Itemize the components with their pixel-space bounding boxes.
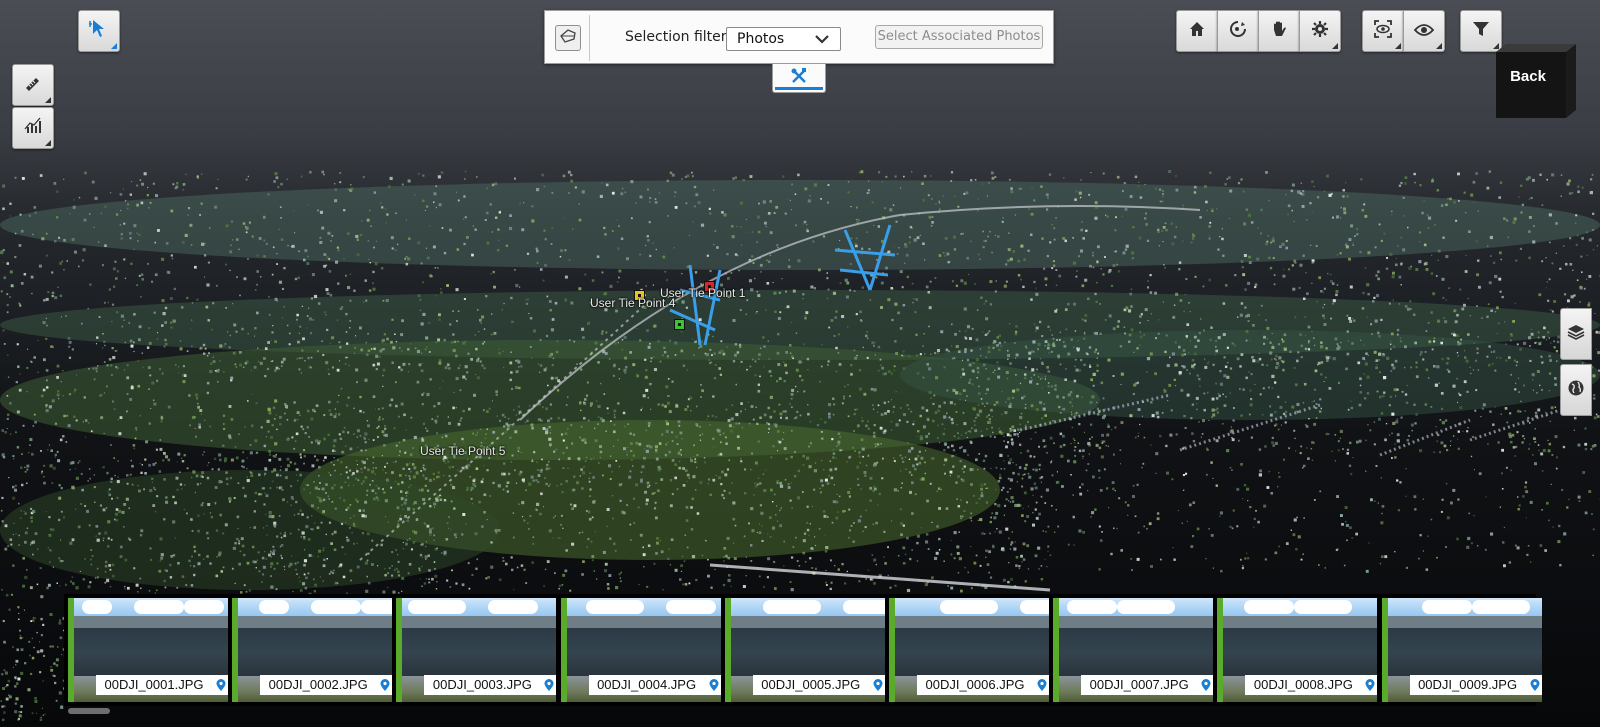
chevron-down-icon xyxy=(814,33,830,49)
photo-filename: 00DJI_0003.JPG xyxy=(424,675,541,695)
photo-filename: 00DJI_0007.JPG xyxy=(1081,675,1198,695)
geolocation-pin-icon xyxy=(704,675,721,695)
photo-filename: 00DJI_0002.JPG xyxy=(260,675,377,695)
settings-gear-icon xyxy=(1311,20,1329,42)
globe-icon xyxy=(1567,379,1585,401)
geolocation-pin-icon xyxy=(1361,675,1378,695)
photo-thumbnail[interactable]: 00DJI_0008.JPG xyxy=(1217,598,1378,702)
pan-hand-icon xyxy=(1269,19,1289,43)
selection-filter-label: Selection filter: xyxy=(625,29,732,45)
filter-shape-button[interactable] xyxy=(555,25,581,51)
view-mode-icon xyxy=(1373,19,1393,43)
panel-divider xyxy=(589,15,590,61)
photo-thumbnail[interactable]: 00DJI_0005.JPG xyxy=(724,598,885,702)
photo-filename: 00DJI_0008.JPG xyxy=(1245,675,1362,695)
geolocation-pin-icon xyxy=(376,675,393,695)
visibility-button[interactable] xyxy=(1403,10,1445,52)
ruler-icon xyxy=(23,73,43,97)
home-view-button[interactable] xyxy=(1176,10,1218,52)
navigation-toolbar xyxy=(1176,10,1341,52)
globe-button[interactable] xyxy=(1560,364,1592,416)
tools-panel-tab[interactable] xyxy=(772,64,826,93)
orbit-icon xyxy=(1228,19,1248,43)
view-mode-button[interactable] xyxy=(1362,10,1404,52)
tie-point-5-label: User Tie Point 5 xyxy=(420,444,506,458)
cursor-select-icon xyxy=(88,18,110,44)
visibility-eye-icon xyxy=(1413,22,1435,41)
photo-filename: 00DJI_0009.JPG xyxy=(1409,675,1526,695)
selection-filter-dropdown[interactable]: Photos xyxy=(726,27,841,51)
photo-thumbnail[interactable]: 00DJI_0004.JPG xyxy=(560,598,721,702)
selection-filter-panel: Selection filter: Photos Select Associat… xyxy=(544,10,1054,64)
tools-icon xyxy=(789,66,809,90)
geolocation-pin-icon xyxy=(868,675,885,695)
view-toolbar xyxy=(1362,10,1445,52)
geolocation-pin-icon xyxy=(212,675,228,695)
layers-button[interactable] xyxy=(1560,308,1592,360)
photo-filename: 00DJI_0004.JPG xyxy=(588,675,705,695)
photo-thumbnail[interactable]: 00DJI_0009.JPG xyxy=(1381,598,1542,702)
photo-thumbnail[interactable]: 00DJI_0003.JPG xyxy=(396,598,557,702)
photo-thumbnail[interactable]: 00DJI_0001.JPG xyxy=(68,598,228,702)
photo-strip-scrollbar[interactable] xyxy=(68,708,110,714)
photo-thumbnail[interactable]: 00DJI_0007.JPG xyxy=(1053,598,1214,702)
photo-filename: 00DJI_0005.JPG xyxy=(752,675,869,695)
filter-funnel-icon xyxy=(1472,20,1490,42)
geolocation-pin-icon xyxy=(1525,675,1542,695)
tie-point-4-label: User Tie Point 4 xyxy=(590,296,676,310)
photo-strip: 00DJI_0001.JPG 00DJI_0002.JPG 00DJI_0003.J… xyxy=(64,594,1542,706)
profile-tool-button[interactable] xyxy=(12,107,54,149)
select-associated-photos-button[interactable]: Select Associated Photos xyxy=(875,25,1043,49)
photo-thumbnail[interactable]: 00DJI_0006.JPG xyxy=(889,598,1049,702)
home-icon xyxy=(1188,20,1206,42)
photo-thumbnail[interactable]: 00DJI_0002.JPG xyxy=(232,598,393,702)
selection-filter-value: Photos xyxy=(737,31,785,47)
select-tool-button[interactable] xyxy=(78,10,120,52)
view-cube-face-label[interactable]: Back xyxy=(1498,68,1558,85)
photo-filename: 00DJI_0001.JPG xyxy=(96,675,212,695)
lasso-select-icon xyxy=(559,27,577,49)
photo-filename: 00DJI_0006.JPG xyxy=(917,675,1033,695)
pan-button[interactable] xyxy=(1258,10,1300,52)
orbit-button[interactable] xyxy=(1217,10,1259,52)
settings-button[interactable] xyxy=(1299,10,1341,52)
geolocation-pin-icon xyxy=(540,675,557,695)
measure-tool-button[interactable] xyxy=(12,64,54,106)
tie-point-5-marker[interactable] xyxy=(674,319,685,330)
geolocation-pin-icon xyxy=(1197,675,1214,695)
geolocation-pin-icon xyxy=(1033,675,1049,695)
profile-chart-icon xyxy=(23,116,43,140)
layers-icon xyxy=(1567,323,1585,345)
